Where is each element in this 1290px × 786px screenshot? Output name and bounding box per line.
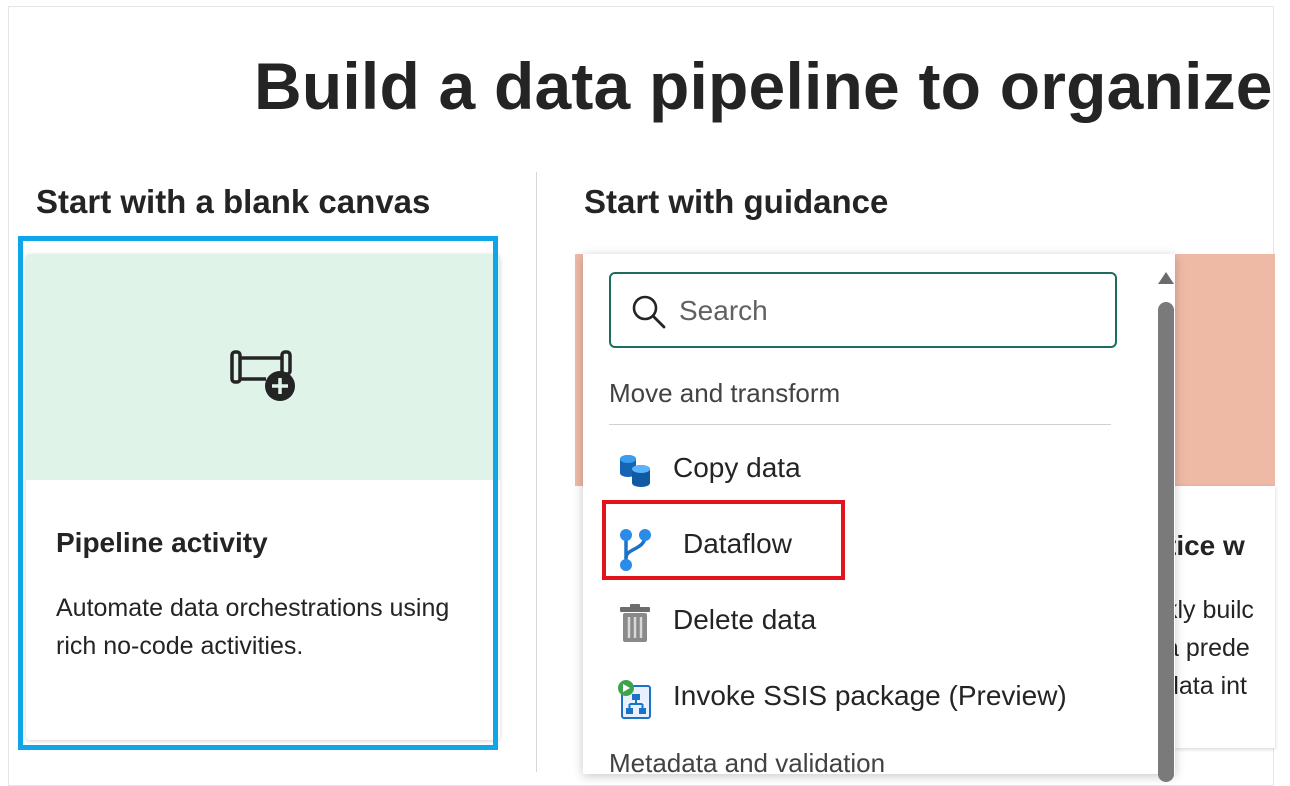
guidance-partial-card[interactable]: tice w kly builc a prede data int bbox=[1165, 486, 1275, 748]
page-headline: Build a data pipeline to organize a bbox=[254, 49, 1290, 123]
guidance-card-hero-left bbox=[575, 254, 583, 486]
group-label-metadata-validation: Metadata and validation bbox=[609, 748, 886, 778]
scroll-thumb[interactable] bbox=[1158, 302, 1174, 782]
group-label-move-transform: Move and transform bbox=[609, 378, 841, 408]
dropdown-scrollbar[interactable] bbox=[1152, 262, 1180, 782]
trash-icon bbox=[617, 604, 653, 642]
group-divider bbox=[609, 424, 1111, 425]
menu-item-copy-data[interactable]: Copy data bbox=[609, 440, 1109, 496]
dataflow-highlight-box bbox=[602, 500, 845, 580]
menu-item-label: Copy data bbox=[673, 452, 801, 483]
search-icon bbox=[631, 294, 667, 335]
menu-item-delete-data[interactable]: Delete data bbox=[609, 592, 1109, 648]
menu-item-label: Invoke SSIS package (Preview) bbox=[673, 680, 1067, 711]
selected-card-outline bbox=[18, 236, 498, 750]
guidance-section-title: Start with guidance bbox=[584, 183, 889, 220]
search-input[interactable] bbox=[677, 288, 1101, 334]
menu-item-label: Delete data bbox=[673, 604, 817, 635]
menu-item-invoke-ssis[interactable]: Invoke SSIS package (Preview) bbox=[609, 668, 1109, 724]
section-divider bbox=[536, 172, 537, 772]
copy-data-icon bbox=[617, 452, 653, 488]
ssis-package-icon bbox=[617, 680, 653, 719]
blank-canvas-section-title: Start with a blank canvas bbox=[36, 183, 431, 220]
scroll-up-arrow-icon[interactable] bbox=[1158, 272, 1174, 284]
guidance-card-hero-right bbox=[1175, 254, 1275, 486]
search-box[interactable] bbox=[609, 272, 1117, 348]
